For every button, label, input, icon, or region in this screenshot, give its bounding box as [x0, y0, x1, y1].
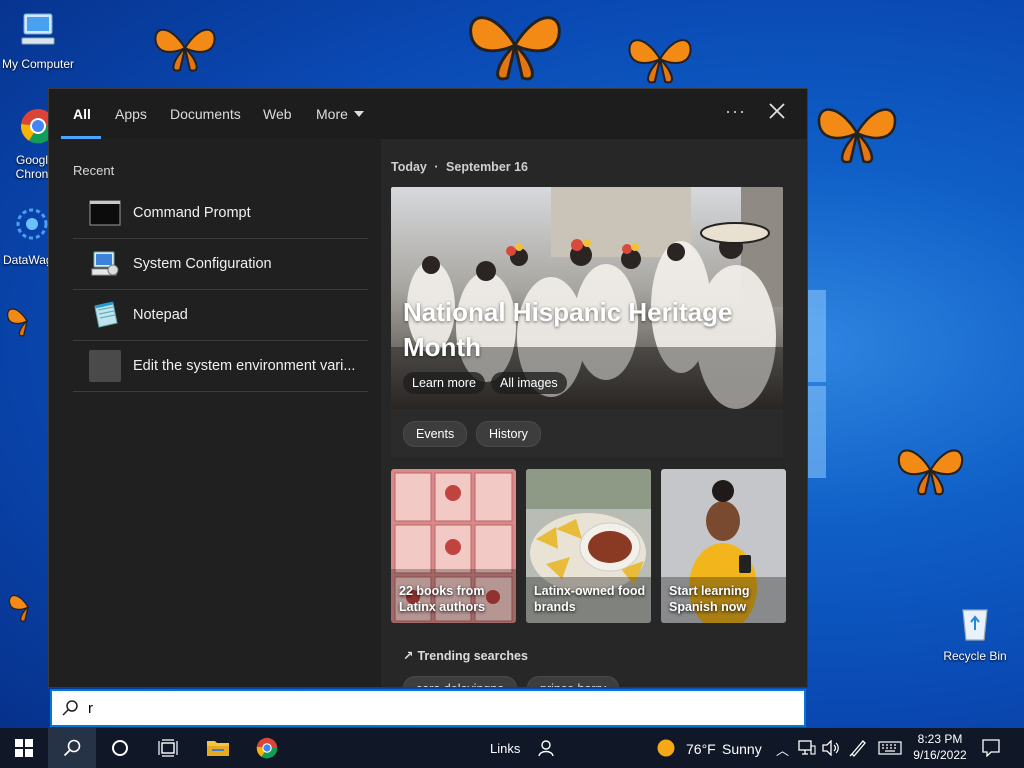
today-date: September 16 — [446, 160, 529, 174]
task-view-button[interactable] — [144, 728, 192, 768]
search-highlights: Today · September 16 National Hispanic H… — [381, 139, 807, 687]
desktop-icon-label: DataWag — [3, 253, 50, 267]
chevron-down-icon — [353, 111, 364, 118]
card-food-brands[interactable]: Latinx-owned food brands — [526, 469, 651, 623]
tab-more-label: More — [316, 106, 348, 122]
settings-icon — [89, 350, 121, 382]
cortana-button[interactable] — [96, 728, 144, 768]
today-header: Today · September 16 — [391, 160, 529, 174]
people-icon[interactable] — [538, 739, 556, 757]
card-books[interactable]: 22 books from Latinx authors — [391, 469, 516, 623]
cortana-icon — [112, 740, 128, 756]
butterfly-icon — [8, 594, 30, 622]
recent-item-label: System Configuration — [133, 256, 272, 272]
butterfly-icon — [817, 108, 897, 164]
hero-card[interactable]: National Hispanic Heritage Month Learn m… — [391, 187, 783, 409]
butterfly-icon — [628, 39, 692, 84]
taskbar-search-button[interactable] — [48, 728, 96, 768]
recent-section: Recent Command Prompt System Configurati… — [49, 139, 381, 687]
trending-header: ↗ Trending searches — [403, 648, 528, 663]
weather-temp: 76°F — [686, 741, 716, 757]
search-icon — [63, 739, 81, 757]
search-input[interactable] — [88, 697, 788, 719]
pen-icon[interactable] — [849, 739, 867, 757]
command-prompt-icon — [89, 200, 121, 226]
weather-condition: Sunny — [722, 741, 762, 757]
card-spanish[interactable]: Start learning Spanish now — [661, 469, 786, 623]
desktop-icon-label: Recycle Bin — [943, 649, 1007, 663]
notifications-icon[interactable] — [982, 739, 1000, 757]
tab-more[interactable]: More — [316, 106, 364, 122]
butterfly-icon — [469, 16, 561, 81]
system-configuration-icon — [91, 251, 119, 276]
search-panel: All Apps Documents Web More ··· Recent C… — [48, 88, 808, 688]
recent-item-command-prompt[interactable]: Command Prompt — [73, 188, 368, 239]
links-toolbar[interactable]: Links — [490, 741, 520, 756]
volume-icon[interactable] — [822, 740, 840, 756]
keyboard-icon[interactable] — [878, 741, 902, 755]
recent-item-system-configuration[interactable]: System Configuration — [73, 239, 368, 290]
desktop-icon-label: My Computer — [1, 57, 75, 71]
hero-title: National Hispanic Heritage Month — [403, 297, 733, 362]
folder-icon — [207, 741, 229, 756]
close-icon[interactable] — [767, 101, 787, 121]
chrome-icon — [256, 737, 278, 759]
search-icon — [62, 700, 78, 716]
card-label: Start learning Spanish now — [669, 584, 750, 614]
search-tabs-bar: All Apps Documents Web More ··· — [49, 89, 807, 139]
windows-logo-wallpaper — [808, 290, 828, 480]
recent-item-label: Command Prompt — [133, 205, 251, 221]
clock-time: 8:23 PM — [917, 732, 963, 746]
desktop-icon-datawag[interactable]: DataWag — [0, 206, 50, 267]
card-label: 22 books from Latinx authors — [399, 584, 486, 614]
sun-icon — [657, 739, 675, 757]
butterfly-icon — [897, 449, 964, 496]
butterfly-icon — [6, 308, 29, 337]
clock[interactable]: 8:23 PM 9/16/2022 — [908, 731, 972, 763]
card-label: Latinx-owned food brands — [534, 584, 646, 614]
file-explorer-button[interactable] — [194, 728, 242, 768]
search-box[interactable] — [50, 689, 806, 727]
tab-apps[interactable]: Apps — [115, 106, 147, 122]
taskbar: Links 76°F Sunny ︿ 8:23 PM 9/16/2022 — [0, 728, 1024, 768]
highlight-cards: 22 books from Latinx authors Latinx-owne… — [391, 469, 786, 623]
chrome-taskbar-button[interactable] — [243, 728, 291, 768]
start-button[interactable] — [0, 728, 48, 768]
topic-events[interactable]: Events — [403, 421, 468, 447]
recent-title: Recent — [73, 163, 115, 178]
show-hidden-icons[interactable]: ︿ — [776, 740, 789, 759]
learn-more-button[interactable]: Learn more — [403, 372, 485, 394]
recent-item-notepad[interactable]: Notepad — [73, 290, 368, 341]
desktop-icon-my-computer[interactable]: My Computer — [0, 10, 76, 71]
datawag-icon — [16, 208, 48, 240]
butterfly-icon — [154, 28, 216, 72]
recent-item-label: Notepad — [133, 307, 188, 323]
desktop-icon-recycle-bin[interactable]: Recycle Bin — [937, 602, 1013, 663]
trending-search-cara-delevingne[interactable]: cara delevingne — [403, 676, 518, 687]
topics-bar: Events History — [391, 409, 783, 457]
all-images-button[interactable]: All images — [491, 372, 567, 394]
recycle-bin-icon — [962, 609, 988, 641]
today-label: Today — [391, 160, 427, 174]
task-view-icon — [158, 739, 178, 757]
windows-logo-icon — [15, 739, 33, 757]
recent-item-label: Edit the system environment vari... — [133, 358, 356, 374]
trending-icon: ↗ — [403, 649, 414, 663]
notepad-icon — [94, 301, 118, 328]
tab-web[interactable]: Web — [263, 106, 292, 122]
trending-search-prince-harry[interactable]: prince harry — [527, 676, 619, 687]
computer-icon — [21, 13, 55, 45]
ellipsis-icon[interactable]: ··· — [725, 101, 746, 122]
recent-list: Command Prompt System Configuration Note… — [73, 188, 368, 392]
tab-all[interactable]: All — [73, 106, 91, 122]
weather-widget[interactable]: 76°F Sunny — [654, 728, 766, 768]
recent-item-edit-environment-variables[interactable]: Edit the system environment vari... — [73, 341, 368, 392]
topic-history[interactable]: History — [476, 421, 541, 447]
clock-date: 9/16/2022 — [913, 748, 967, 762]
trending-title: Trending searches — [417, 649, 528, 663]
network-icon[interactable] — [798, 740, 816, 756]
tab-documents[interactable]: Documents — [170, 106, 241, 122]
